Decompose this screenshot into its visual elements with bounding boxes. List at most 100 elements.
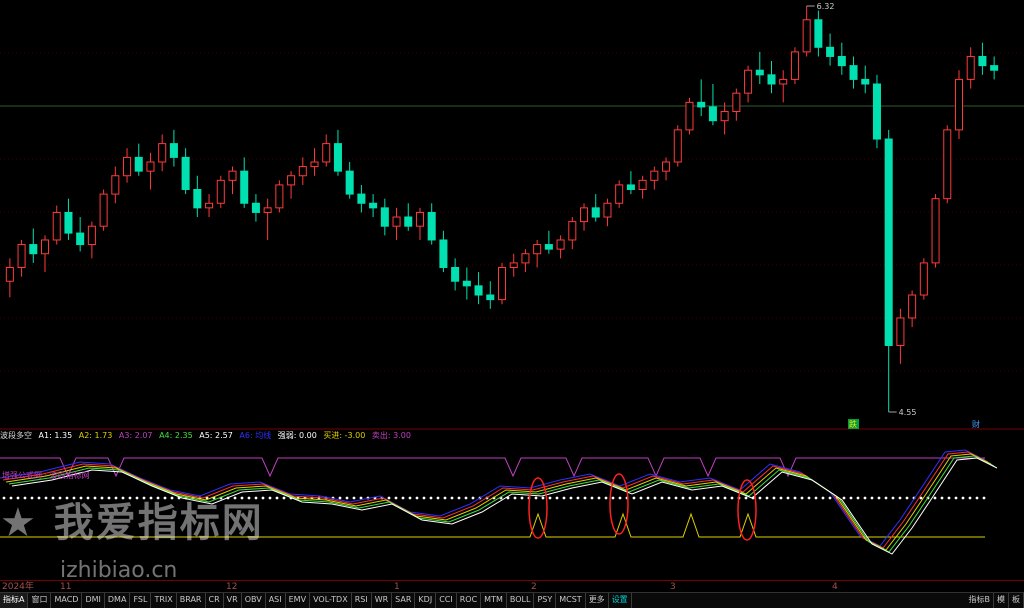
candle-body	[990, 65, 999, 71]
tab-more[interactable]: 更多	[586, 593, 609, 608]
zero-dot	[513, 496, 517, 500]
tab-vol-tdx[interactable]: VOL-TDX	[310, 593, 352, 608]
tab-cr[interactable]: CR	[206, 593, 224, 608]
indicator-overlay-label: 增强公式网 · 波段指标网	[2, 470, 90, 480]
zero-dot	[765, 496, 769, 500]
candle-body	[919, 262, 928, 296]
zero-dot	[520, 496, 524, 500]
tab-emv[interactable]: EMV	[286, 593, 311, 608]
zero-dot	[541, 496, 545, 500]
tab-asi[interactable]: ASI	[266, 593, 286, 608]
zero-dot	[352, 496, 356, 500]
candle-body	[931, 198, 940, 264]
candle-body	[322, 143, 331, 163]
zero-dot	[429, 496, 433, 500]
candle-body	[697, 101, 706, 108]
tab-roc[interactable]: ROC	[457, 593, 482, 608]
tab-template-1[interactable]: 模	[994, 593, 1009, 608]
candle-body	[708, 106, 717, 122]
candle-body	[228, 170, 237, 181]
candle-body	[451, 266, 460, 282]
zero-dot	[856, 496, 860, 500]
candle-body	[568, 221, 577, 241]
tab-vr[interactable]: VR	[224, 593, 242, 608]
tab-rsi[interactable]: RSI	[352, 593, 372, 608]
zero-dot	[590, 496, 594, 500]
tab-settings[interactable]: 设置	[609, 593, 632, 608]
candle-body	[861, 78, 870, 85]
tab-indicator-a[interactable]: 指标A	[0, 593, 29, 608]
zero-dot	[408, 496, 412, 500]
candle-body	[884, 138, 893, 346]
indicator-strength: 强弱: 0.00	[277, 431, 317, 440]
candle-body	[76, 232, 85, 246]
candle-body	[462, 280, 471, 287]
tab-dmi[interactable]: DMI	[82, 593, 105, 608]
tab-dma[interactable]: DMA	[105, 593, 131, 608]
zero-dot	[891, 496, 895, 500]
tab-template-2[interactable]: 板	[1009, 593, 1024, 608]
candle-body	[767, 74, 776, 85]
tab-psy[interactable]: PSY	[534, 593, 557, 608]
zero-dot	[814, 496, 818, 500]
zero-dot	[709, 496, 713, 500]
indicator-tab-bar: 指标A 窗口 MACD DMI DMA FSL TRIX BRAR CR VR …	[0, 592, 1024, 608]
candle-body	[533, 244, 542, 255]
candle-body	[369, 202, 378, 209]
zero-dot	[597, 496, 601, 500]
zero-dot	[275, 496, 279, 500]
zero-dot	[632, 496, 636, 500]
zero-dot	[646, 496, 650, 500]
tab-wr[interactable]: WR	[372, 593, 393, 608]
zero-dot	[345, 496, 349, 500]
tab-indicator-b[interactable]: 指标B	[966, 593, 994, 608]
candle-body	[169, 143, 178, 158]
tab-boll[interactable]: BOLL	[507, 593, 535, 608]
zero-dot	[583, 496, 587, 500]
tab-sar[interactable]: SAR	[392, 593, 416, 608]
candle-body	[123, 156, 132, 177]
candle-body	[17, 244, 26, 268]
candle-body	[99, 193, 108, 227]
candlestick-chart[interactable]: 6.32 4.55 跌 财	[0, 0, 1024, 430]
tab-kdj[interactable]: KDJ	[415, 593, 437, 608]
candle-body	[404, 216, 413, 227]
zero-dot	[667, 496, 671, 500]
zero-dot	[555, 496, 559, 500]
tab-window[interactable]: 窗口	[28, 593, 52, 608]
candle-body	[111, 175, 120, 195]
candle-body	[954, 78, 964, 131]
tab-macd[interactable]: MACD	[51, 593, 83, 608]
candle-body	[744, 69, 753, 94]
zero-dot	[933, 496, 937, 500]
signal-line-magenta	[0, 457, 985, 478]
candle-body	[392, 216, 401, 227]
zero-dot	[975, 496, 979, 500]
indicator-a2: A2: 1.73	[78, 431, 113, 440]
zero-dot	[730, 496, 734, 500]
candle-body	[333, 143, 342, 172]
tab-mcst[interactable]: MCST	[556, 593, 586, 608]
tab-trix[interactable]: TRIX	[151, 593, 177, 608]
zero-dot	[338, 496, 342, 500]
candle-body	[298, 166, 307, 177]
candle-body	[837, 55, 846, 67]
tab-cci[interactable]: CCI	[436, 593, 457, 608]
indicator-name[interactable]: 波段多空	[0, 431, 32, 440]
zero-dot	[422, 496, 426, 500]
tab-mtm[interactable]: MTM	[481, 593, 507, 608]
candle-body	[263, 207, 272, 213]
candle-body	[427, 211, 436, 241]
candle-body	[978, 55, 987, 67]
tab-obv[interactable]: OBV	[242, 593, 266, 608]
tab-brar[interactable]: BRAR	[177, 593, 206, 608]
candle-body	[521, 253, 530, 264]
candle-body	[415, 211, 424, 227]
candle-body	[615, 184, 624, 204]
candle-body	[896, 317, 905, 346]
tab-fsl[interactable]: FSL	[130, 593, 152, 608]
candle-body	[685, 101, 694, 131]
zero-dot	[800, 496, 804, 500]
candle-body	[650, 170, 659, 181]
zero-dot	[464, 496, 468, 500]
